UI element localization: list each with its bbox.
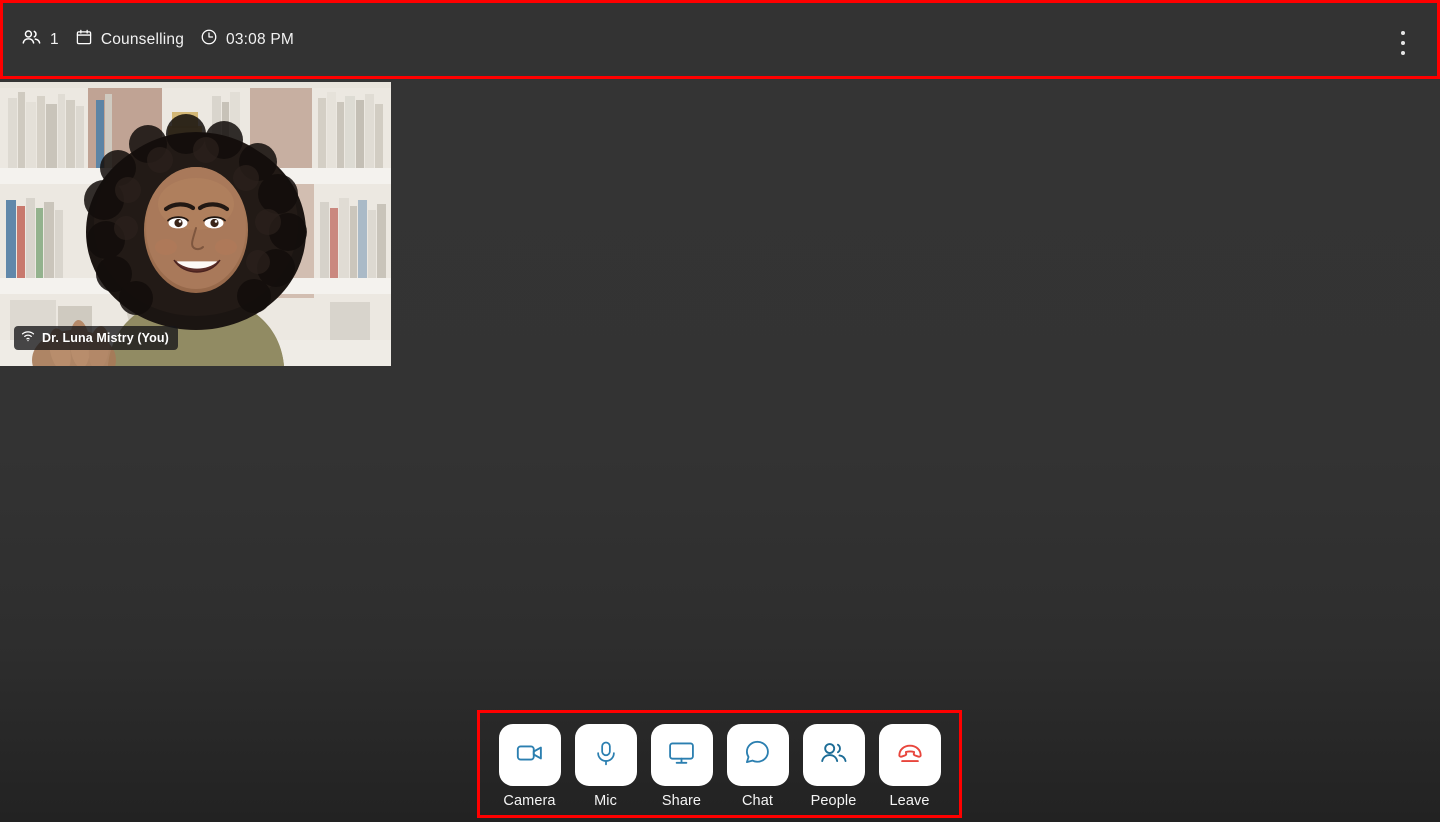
control-share[interactable]: Share: [650, 724, 713, 809]
microphone-icon: [592, 739, 620, 772]
header-info-group: 1 Counselling 03:08 PM: [3, 27, 294, 53]
meeting-name-group: Counselling: [75, 28, 184, 51]
kebab-dot: [1401, 41, 1405, 45]
chat-button[interactable]: [726, 724, 789, 786]
meeting-time-group: 03:08 PM: [200, 28, 294, 51]
meeting-controls-bar: Camera Mic Share Chat People Leave: [477, 710, 962, 818]
mic-label: Mic: [594, 793, 617, 809]
control-camera[interactable]: Camera: [498, 724, 561, 809]
camera-label: Camera: [503, 793, 556, 809]
chat-label: Chat: [741, 793, 774, 809]
participant-video-tile[interactable]: Dr. Luna Mistry (You): [0, 82, 391, 366]
control-leave[interactable]: Leave: [878, 724, 941, 809]
meeting-name: Counselling: [100, 30, 185, 48]
meeting-header-bar: 1 Counselling 03:08 PM: [0, 0, 1440, 79]
people-button[interactable]: [802, 724, 865, 786]
mic-button[interactable]: [574, 724, 637, 786]
control-chat[interactable]: Chat: [726, 724, 789, 809]
meeting-time: 03:08 PM: [226, 30, 294, 48]
people-icon: [819, 738, 849, 773]
people-icon: [21, 27, 42, 53]
share-label: Share: [661, 793, 702, 809]
wifi-signal-icon: [21, 329, 35, 347]
kebab-dot: [1401, 51, 1405, 55]
control-people[interactable]: People: [802, 724, 865, 809]
chat-bubble-icon: [743, 738, 772, 772]
participant-name-badge: Dr. Luna Mistry (You): [14, 326, 178, 350]
leave-button[interactable]: [878, 724, 941, 786]
participant-name-label: Dr. Luna Mistry (You): [42, 331, 169, 345]
kebab-menu-icon[interactable]: [1393, 21, 1413, 65]
leave-label: Leave: [889, 793, 930, 809]
people-label: People: [810, 793, 857, 809]
kebab-dot: [1401, 31, 1405, 35]
participant-count-group: 1: [21, 27, 59, 53]
clock-icon: [200, 28, 218, 51]
video-camera-icon: [515, 738, 545, 773]
calendar-icon: [75, 28, 93, 51]
participant-count: 1: [50, 30, 59, 48]
video-feed: [0, 82, 391, 366]
share-button[interactable]: [650, 724, 713, 786]
hangup-phone-icon: [895, 738, 925, 773]
meeting-window: 1 Counselling 03:08 PM Dr. Luna Mistry (…: [0, 0, 1440, 822]
camera-button[interactable]: [498, 724, 561, 786]
screen-share-icon: [667, 738, 696, 772]
control-mic[interactable]: Mic: [574, 724, 637, 809]
